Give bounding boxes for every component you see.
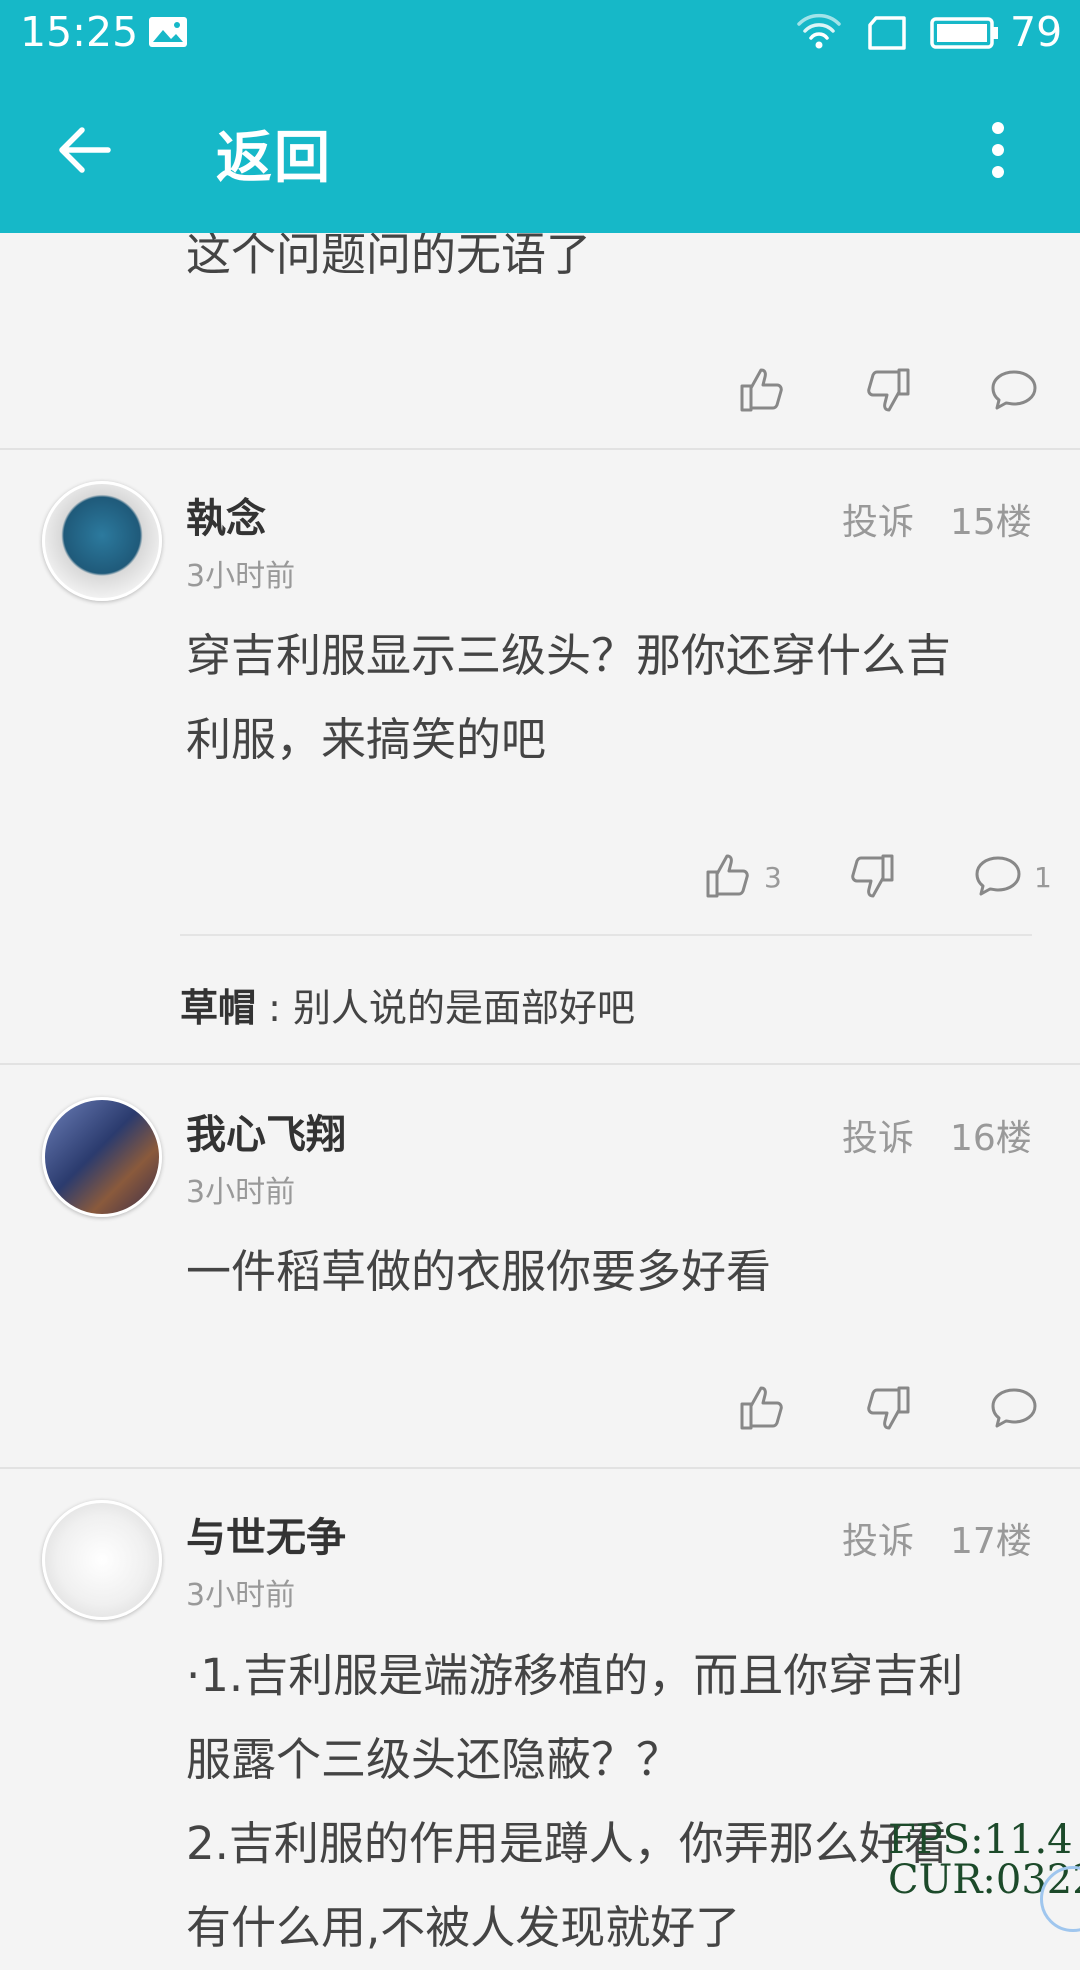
username[interactable]: 与世无争 [186, 1505, 346, 1563]
thumbs-down-icon[interactable] [862, 1382, 914, 1434]
thumbs-up-icon[interactable] [736, 1382, 788, 1434]
floor-number: 16楼 [950, 1118, 1032, 1159]
status-time: 15:25 [20, 8, 139, 56]
app-bar: 15:25 79 返回 [0, 0, 1080, 233]
battery-icon [930, 17, 998, 49]
reply-username[interactable]: 草帽 [180, 986, 256, 1030]
reply-count: 1 [1034, 861, 1052, 894]
status-bar: 15:25 79 [0, 0, 1080, 66]
floor-number: 17楼 [950, 1521, 1032, 1562]
like-count: 3 [764, 861, 782, 894]
comment-time: 3小时前 [186, 1175, 296, 1210]
comment-line: 服露个三级头还隐蔽？？ [186, 1733, 682, 1786]
comment-bubble-icon[interactable] [988, 364, 1040, 416]
thumbs-down-icon[interactable] [862, 364, 914, 416]
avatar[interactable] [42, 1097, 162, 1217]
username[interactable]: 我心飞翔 [186, 1102, 346, 1160]
reply-text: 别人说的是面部好吧 [292, 986, 635, 1030]
divider [0, 1063, 1080, 1065]
comment-bubble-icon[interactable] [988, 1382, 1040, 1434]
wifi-icon [797, 13, 841, 49]
floor-number: 15楼 [950, 502, 1032, 543]
thumbs-up-icon[interactable] [736, 364, 788, 416]
thumbs-up-icon[interactable] [702, 850, 754, 902]
comment-text: 穿吉利服显示三级头？那你还穿什么吉 利服，来搞笑的吧 [186, 614, 1036, 782]
report-button[interactable]: 投诉 [842, 1512, 914, 1564]
report-button[interactable]: 投诉 [842, 1109, 914, 1161]
battery-level: 79 [1010, 8, 1063, 56]
reply-separator: : [256, 986, 293, 1030]
username[interactable]: 執念 [186, 486, 266, 544]
debug-fps-overlay: FPS:11.4 [888, 1817, 1073, 1863]
avatar[interactable] [42, 481, 162, 601]
comment-time: 3小时前 [186, 559, 296, 594]
back-arrow-icon[interactable] [54, 120, 114, 180]
more-vertical-icon[interactable] [978, 118, 1018, 182]
comment-line: 利服，来搞笑的吧 [186, 713, 547, 766]
divider [0, 448, 1080, 450]
comment-bubble-icon[interactable] [972, 850, 1024, 902]
sim-card-icon [868, 16, 906, 50]
app-bar-title[interactable]: 返回 [216, 113, 332, 194]
comment-feed: 这个问题问的无语了 執念 3小时前 投诉 15楼 穿吉利服显示三级头？那你还穿什… [0, 0, 1080, 1954]
comment-line: 一件稻草做的衣服你要多好看 [186, 1245, 772, 1298]
reply-preview[interactable]: 草帽 : 别人说的是面部好吧 [180, 977, 635, 1032]
comment-line: ·1.吉利服是端游移植的，而且你穿吉利 [186, 1649, 964, 1702]
thumbs-down-icon[interactable] [846, 850, 898, 902]
reply-divider [180, 934, 1032, 936]
report-button[interactable]: 投诉 [842, 493, 914, 545]
comment-text: 一件稻草做的衣服你要多好看 [186, 1230, 1036, 1314]
image-notification-icon [149, 17, 187, 47]
comment-time: 3小时前 [186, 1578, 296, 1613]
divider [0, 1467, 1080, 1469]
comment-line: 穿吉利服显示三级头？那你还穿什么吉 [186, 629, 952, 682]
avatar[interactable] [42, 1500, 162, 1620]
